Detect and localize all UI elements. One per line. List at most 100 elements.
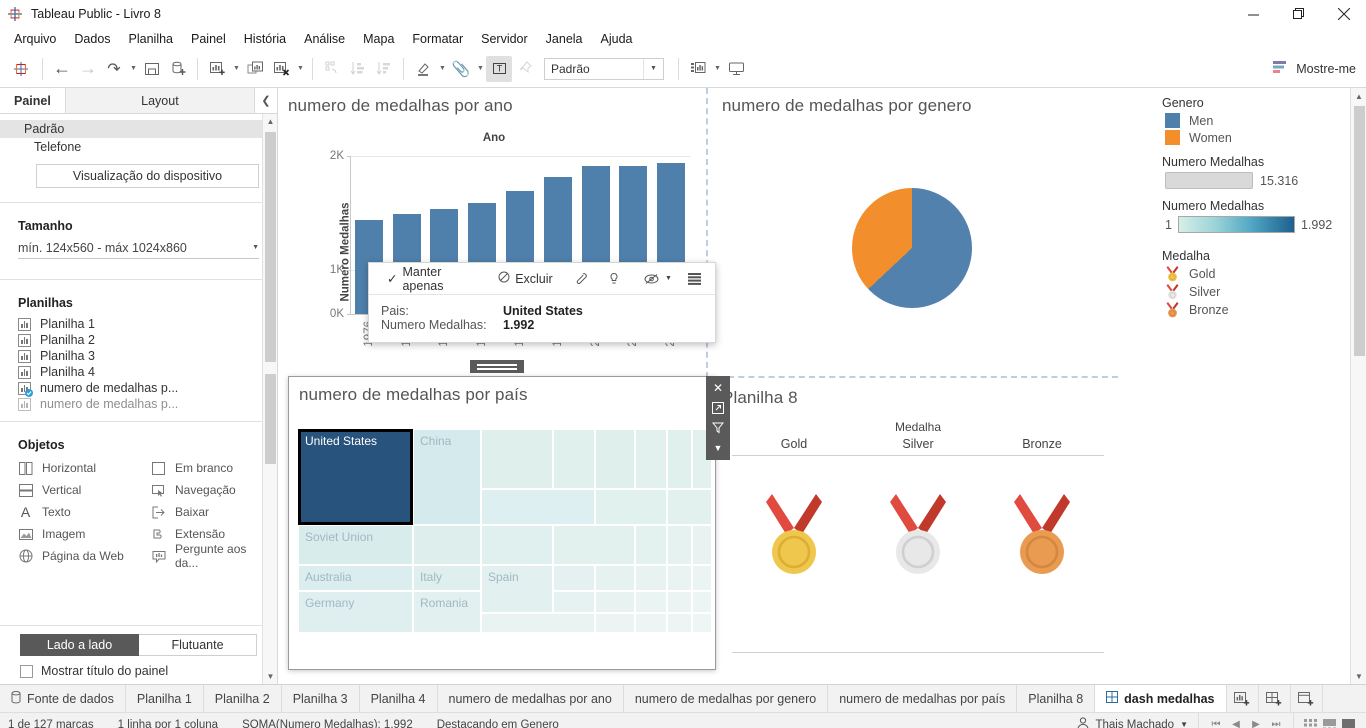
menu-mapa[interactable]: Mapa: [354, 30, 403, 48]
view-data-caret-icon[interactable]: ▼: [663, 275, 674, 282]
menu-servidor[interactable]: Servidor: [472, 30, 537, 48]
menu-janela[interactable]: Janela: [537, 30, 592, 48]
tab-planilha-3[interactable]: Planilha 3: [281, 685, 360, 712]
group-members-icon[interactable]: [571, 267, 592, 291]
refresh-dropdown-caret-icon[interactable]: ▼: [128, 65, 139, 72]
show-me-button[interactable]: Mostre-me: [1271, 60, 1356, 77]
highlight-button[interactable]: [410, 56, 436, 82]
tab-planilha-1[interactable]: Planilha 1: [125, 685, 204, 712]
treemap-cell[interactable]: Australia: [298, 565, 413, 591]
object-pergunte-aos-dados[interactable]: Pergunte aos da...: [151, 542, 259, 570]
menu-historia[interactable]: História: [235, 30, 295, 48]
sheet-item[interactable]: Planilha 3: [0, 348, 277, 364]
back-button[interactable]: ←: [49, 56, 75, 82]
filmstrip-view-icon[interactable]: [1323, 718, 1337, 728]
sheet-item[interactable]: Planilha 4: [0, 364, 277, 380]
tab-planilha-8[interactable]: Planilha 8: [1017, 685, 1096, 712]
tab-dash-medalhas[interactable]: dash medalhas: [1095, 685, 1227, 712]
new-worksheet-button[interactable]: [1227, 685, 1259, 712]
treemap-cell[interactable]: [553, 565, 595, 591]
grid-view-icon[interactable]: [1304, 718, 1318, 728]
save-button[interactable]: [139, 56, 165, 82]
maximize-button[interactable]: [1276, 0, 1321, 28]
text-tool-button[interactable]: T: [486, 55, 512, 82]
treemap-cell[interactable]: [481, 429, 553, 489]
next-page-button[interactable]: ▶: [1247, 719, 1265, 728]
treemap-cell[interactable]: [667, 565, 692, 591]
size-select[interactable]: mín. 124x560 - máx 1024x860 ▼: [18, 237, 259, 259]
more-options-icon[interactable]: ▼: [709, 441, 727, 456]
tableau-sparkle-icon[interactable]: [6, 56, 36, 82]
treemap-cell[interactable]: [635, 429, 667, 489]
zone-pie-chart[interactable]: numero de medalhas por genero: [712, 88, 1116, 378]
single-view-icon[interactable]: [1342, 718, 1356, 728]
treemap-cell[interactable]: [635, 565, 667, 591]
sort-descending-button[interactable]: [371, 56, 397, 82]
treemap-cell[interactable]: [667, 429, 692, 489]
scroll-down-icon[interactable]: ▼: [263, 669, 278, 684]
treemap-cell[interactable]: [635, 591, 667, 613]
close-button[interactable]: [1321, 0, 1366, 28]
filter-icon[interactable]: [709, 421, 727, 436]
treemap-cell[interactable]: [553, 429, 595, 489]
tab-planilha-4[interactable]: Planilha 4: [359, 685, 438, 712]
menu-formatar[interactable]: Formatar: [403, 30, 472, 48]
tab-numero-de-medalhas-por-genero[interactable]: numero de medalhas por genero: [623, 685, 829, 712]
object-baixar[interactable]: Baixar: [151, 502, 259, 522]
device-row-padrao[interactable]: Padrão: [0, 120, 277, 138]
scroll-up-icon[interactable]: ▲: [1351, 88, 1366, 104]
minimize-button[interactable]: [1231, 0, 1276, 28]
treemap-cell[interactable]: Soviet Union: [298, 525, 413, 565]
tab-painel[interactable]: Painel: [0, 88, 65, 113]
pie-chart[interactable]: [852, 188, 972, 308]
menu-painel[interactable]: Painel: [182, 30, 235, 48]
tab-fonte-de-dados[interactable]: Fonte de dados: [0, 685, 126, 712]
chevron-left-icon[interactable]: ❮: [255, 88, 277, 113]
presentation-mode-button[interactable]: [723, 56, 749, 82]
duplicate-sheet-button[interactable]: [242, 56, 268, 82]
tab-numero-de-medalhas-por-ano[interactable]: numero de medalhas por ano: [437, 685, 624, 712]
attach-button[interactable]: 📎: [448, 56, 474, 82]
object-extensao[interactable]: Extensão: [151, 524, 259, 544]
treemap-cell[interactable]: [595, 565, 635, 591]
tab-planilha-2[interactable]: Planilha 2: [203, 685, 282, 712]
treemap-cell[interactable]: China: [413, 429, 481, 525]
device-preview-caret-icon[interactable]: ▼: [712, 65, 723, 72]
treemap-cell[interactable]: [595, 613, 635, 633]
scrollbar-thumb[interactable]: [265, 132, 276, 362]
show-dashboard-title-row[interactable]: Mostrar título do painel: [0, 664, 277, 678]
object-texto[interactable]: A Texto: [18, 502, 151, 522]
treemap-cell-selected[interactable]: United States: [298, 429, 413, 525]
menu-planilha[interactable]: Planilha: [120, 30, 182, 48]
treemap-cell[interactable]: [667, 489, 712, 525]
sheet-item[interactable]: Planilha 2: [0, 332, 277, 348]
last-page-button[interactable]: ⏭: [1267, 719, 1285, 728]
legend-item-bronze[interactable]: Bronze: [1165, 302, 1350, 318]
treemap-cell[interactable]: [667, 525, 692, 565]
treemap-cell[interactable]: [553, 591, 595, 613]
refresh-datasource-button[interactable]: ↷: [101, 56, 127, 82]
sheet-item[interactable]: numero de medalhas p...: [0, 396, 277, 412]
fit-select[interactable]: Padrão ▼: [544, 57, 664, 80]
treemap-cell[interactable]: Spain: [481, 565, 553, 613]
planilha8-cell-bronze[interactable]: [980, 490, 1104, 581]
object-em-branco[interactable]: Em branco: [151, 458, 259, 478]
prev-page-button[interactable]: ◀: [1227, 719, 1245, 728]
treemap-chart[interactable]: United States China Soviet Union Australia I…: [298, 429, 712, 660]
treemap-cell[interactable]: [667, 591, 692, 613]
zone-resize-grip[interactable]: [470, 360, 524, 373]
treemap-cell[interactable]: Germany: [298, 591, 413, 633]
swap-rows-columns-button[interactable]: [319, 56, 345, 82]
close-zone-icon[interactable]: ✕: [709, 380, 727, 395]
sheet-item[interactable]: Planilha 1: [0, 316, 277, 332]
scrollbar-thumb[interactable]: [1354, 106, 1365, 356]
open-in-new-icon[interactable]: [709, 400, 727, 415]
view-data-table-icon[interactable]: [684, 267, 705, 291]
device-preview-panel-button[interactable]: Visualização do dispositivo: [36, 164, 259, 188]
object-vertical[interactable]: Vertical: [18, 480, 151, 500]
device-row-telefone[interactable]: Telefone: [0, 138, 277, 156]
treemap-cell[interactable]: [692, 613, 712, 633]
forward-button[interactable]: →: [75, 56, 101, 82]
zone-treemap-floating[interactable]: numero de medalhas por país United State…: [288, 376, 716, 670]
scroll-up-icon[interactable]: ▲: [263, 114, 278, 129]
